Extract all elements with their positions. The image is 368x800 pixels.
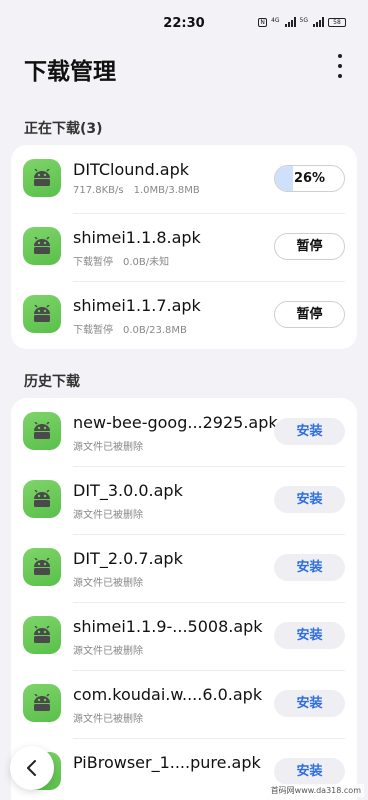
android-app-icon [23,480,61,518]
file-meta: 下载暂停 0.0B/未知 [73,253,169,268]
list-item[interactable]: shimei1.1.8.apk 下载暂停 0.0B/未知 暂停 [11,213,357,281]
battery-icon: 58 [328,17,346,27]
file-meta: 717.8KB/s 1.0MB/3.8MB [73,185,200,196]
list-item[interactable]: shimei1.1.9-...5008.apk 源文件已被删除 安装 [11,602,357,670]
download-size: 1.0MB/3.8MB [133,185,200,196]
install-button[interactable]: 安装 [274,418,345,445]
download-status: 下载暂停 [73,257,113,268]
file-name: com.koudai.w....6.0.apk [73,685,263,704]
list-item[interactable]: DITClound.apk 717.8KB/s 1.0MB/3.8MB 26% [11,145,357,213]
file-name: shimei1.1.9-...5008.apk [73,617,263,636]
file-status: 源文件已被删除 [73,442,143,453]
file-status: 源文件已被删除 [73,510,143,521]
file-name: shimei1.1.7.apk [73,296,201,315]
android-app-icon [23,227,61,265]
file-name: DIT_2.0.7.apk [73,549,183,568]
download-status: 下载暂停 [73,325,113,336]
file-name: shimei1.1.8.apk [73,228,201,247]
chevron-left-icon [27,760,36,776]
android-app-icon [23,159,61,197]
android-app-icon [23,412,61,450]
android-app-icon [23,548,61,586]
downloading-card: DITClound.apk 717.8KB/s 1.0MB/3.8MB 26% s… [11,145,357,349]
header: 下载管理 [0,48,368,88]
list-item[interactable]: shimei1.1.7.apk 下载暂停 0.0B/23.8MB 暂停 [11,281,357,349]
signal-label: 4G [271,17,280,24]
list-item[interactable]: com.koudai.w....6.0.apk 源文件已被删除 安装 [11,670,357,738]
android-app-icon [23,616,61,654]
page-title: 下载管理 [24,59,116,85]
file-name: DITClound.apk [73,160,190,179]
install-button[interactable]: 安装 [274,486,345,513]
signal-icon [284,17,296,27]
status-bar: 22:30 N 4G 5G 58 [0,0,368,48]
file-name: PiBrowser_1....pure.apk [73,753,261,772]
file-status: 源文件已被删除 [73,714,143,725]
watermark: 首码网www.da318.com [267,784,364,797]
progress-label: 26% [293,171,326,186]
progress-button[interactable]: 26% [274,165,345,192]
pause-button[interactable]: 暂停 [274,301,345,328]
list-item[interactable]: DIT_2.0.7.apk 源文件已被删除 安装 [11,534,357,602]
nfc-icon: N [258,17,268,27]
file-name: new-bee-goog...2925.apk [73,413,278,432]
android-app-icon [23,684,61,722]
install-button[interactable]: 安装 [274,758,345,785]
list-item[interactable]: DIT_3.0.0.apk 源文件已被删除 安装 [11,466,357,534]
file-status: 源文件已被删除 [73,646,143,657]
list-item[interactable]: new-bee-goog...2925.apk 源文件已被删除 安装 [11,398,357,466]
file-name: DIT_3.0.0.apk [73,481,183,500]
status-icons: N 4G 5G 58 [258,17,346,27]
android-app-icon [23,295,61,333]
back-button[interactable] [10,746,54,790]
signal-icon [313,17,324,27]
section-title-downloading: 正在下载(3) [24,121,103,137]
download-size: 0.0B/未知 [123,257,170,268]
pause-button[interactable]: 暂停 [274,233,345,260]
more-vertical-icon[interactable] [334,52,346,80]
file-meta: 下载暂停 0.0B/23.8MB [73,321,187,336]
install-button[interactable]: 安装 [274,622,345,649]
file-status: 源文件已被删除 [73,578,143,589]
section-title-history: 历史下载 [24,374,80,390]
install-button[interactable]: 安装 [274,554,345,581]
download-size: 0.0B/23.8MB [123,325,187,336]
install-button[interactable]: 安装 [274,690,345,717]
history-card: new-bee-goog...2925.apk 源文件已被删除 安装 DIT_3… [11,398,357,800]
progress-fill [275,166,293,191]
download-speed: 717.8KB/s [73,185,124,196]
signal-label: 5G [299,17,308,24]
